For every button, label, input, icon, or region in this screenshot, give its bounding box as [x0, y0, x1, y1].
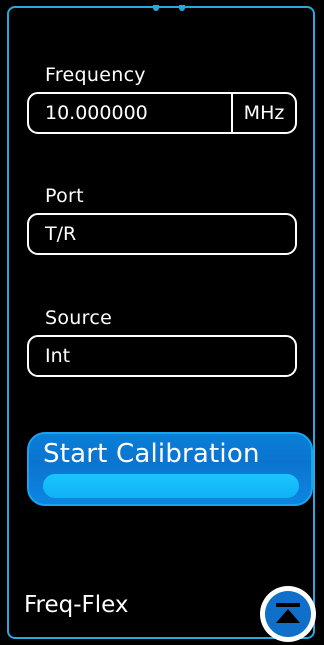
frequency-unit-selector[interactable]: MHz [233, 94, 295, 132]
source-value: Int [45, 345, 71, 367]
source-field[interactable]: Int [27, 335, 297, 377]
collapse-up-icon [276, 603, 300, 623]
button-highlight [43, 474, 299, 498]
source-label: Source [45, 307, 113, 329]
panel-notch-right [179, 5, 185, 11]
panel-title: Freq-Flex [24, 592, 129, 618]
panel-notch-left [153, 5, 159, 11]
frequency-label: Frequency [45, 64, 146, 86]
port-field[interactable]: T/R [27, 213, 297, 255]
frequency-field[interactable]: 10.000000 MHz [27, 92, 297, 134]
port-label: Port [45, 185, 84, 207]
freq-flex-panel: Frequency 10.000000 MHz Port T/R Source … [7, 5, 316, 642]
frequency-value: 10.000000 [45, 102, 148, 124]
start-calibration-label: Start Calibration [43, 439, 260, 469]
collapse-button[interactable] [260, 586, 316, 642]
port-value: T/R [45, 223, 77, 245]
start-calibration-button[interactable]: Start Calibration [27, 432, 313, 506]
